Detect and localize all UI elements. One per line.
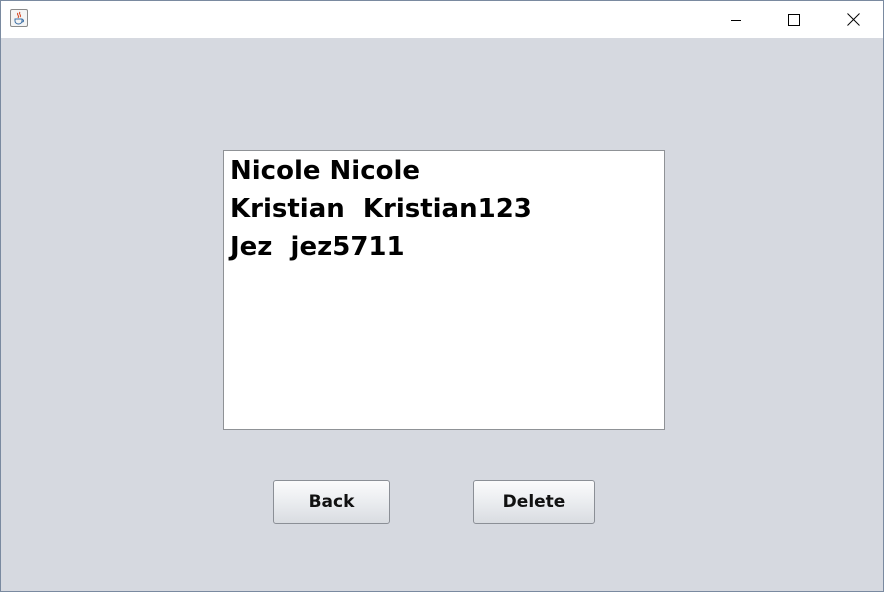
title-bar[interactable] (1, 1, 883, 38)
delete-button[interactable]: Delete (473, 480, 595, 524)
minimize-button[interactable] (707, 1, 765, 38)
list-item[interactable]: Jez jez5711 (230, 230, 405, 264)
application-window: Nicole Nicole Kristian Kristian123 Jez j… (0, 0, 884, 592)
minimize-icon (730, 14, 742, 26)
list-item[interactable]: Kristian Kristian123 (230, 192, 532, 226)
java-app-icon[interactable] (10, 9, 28, 27)
user-list[interactable]: Nicole Nicole Kristian Kristian123 Jez j… (223, 150, 665, 430)
close-icon (846, 13, 860, 26)
maximize-button[interactable] (765, 1, 823, 38)
back-button[interactable]: Back (273, 480, 390, 524)
close-button[interactable] (824, 1, 882, 38)
list-item[interactable]: Nicole Nicole (230, 154, 420, 188)
maximize-icon (788, 13, 800, 26)
